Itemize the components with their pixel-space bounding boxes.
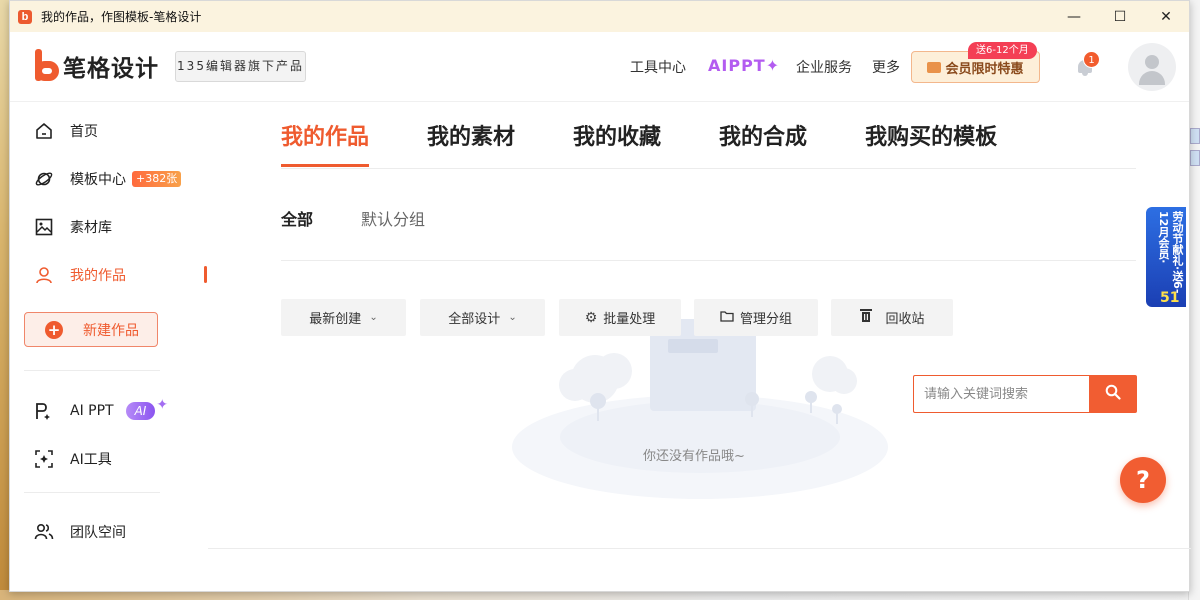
- title-bar: b 我的作品，作图模板-笔格设计 — ☐ ✕: [10, 1, 1189, 32]
- maximize-icon[interactable]: ☐: [1097, 1, 1143, 32]
- nav-more[interactable]: 更多: [872, 32, 900, 102]
- batch-label: 批量处理: [603, 312, 656, 327]
- ai-ppt-icon: [34, 401, 54, 421]
- sidebar-item-label: 首页: [70, 124, 98, 140]
- logo-icon: [33, 49, 61, 83]
- recycle-bin-label: 回收站: [885, 312, 925, 327]
- minimize-icon[interactable]: —: [1051, 1, 1097, 32]
- chevron-down-icon: ⌄: [508, 312, 517, 323]
- help-button[interactable]: ?: [1120, 457, 1166, 503]
- sidebar-item-team[interactable]: 团队空间: [34, 520, 126, 544]
- active-indicator: [204, 266, 207, 283]
- sidebar-item-assets[interactable]: 素材库: [34, 215, 112, 239]
- sidebar-item-label: 素材库: [70, 220, 112, 236]
- sparkle-icon: ✦: [156, 397, 169, 413]
- group-tabs: 全部 默认分组: [281, 206, 473, 230]
- subtab-all[interactable]: 全部: [281, 206, 313, 230]
- subtabs-divider: [281, 260, 1136, 261]
- main-tabs: 我的作品 我的素材 我的收藏 我的合成 我购买的模板: [281, 102, 1055, 168]
- manage-groups-button[interactable]: 管理分组: [694, 299, 818, 336]
- chevron-down-icon: ⌄: [369, 312, 378, 323]
- ai-badge: AI: [125, 402, 156, 420]
- nav-aippt[interactable]: AIPPT✦: [708, 56, 780, 75]
- team-icon: [34, 522, 54, 542]
- crown-icon: [927, 61, 942, 73]
- batch-process-button[interactable]: ⚙ 批量处理: [559, 299, 681, 336]
- sidebar-item-label: 模板中心: [70, 172, 126, 188]
- logo[interactable]: 笔格设计: [33, 49, 159, 83]
- planet-icon: [34, 169, 54, 189]
- sidebar-item-my-works[interactable]: 我的作品: [34, 263, 126, 287]
- avatar[interactable]: [1128, 43, 1176, 91]
- desktop-thumbnail: [1190, 150, 1200, 166]
- tab-my-assets[interactable]: 我的素材: [427, 102, 515, 168]
- tabs-divider: [281, 168, 1136, 169]
- app-icon: b: [18, 9, 32, 24]
- manage-groups-label: 管理分组: [739, 312, 792, 327]
- subtab-default-group[interactable]: 默认分组: [361, 206, 425, 230]
- search-box: [913, 375, 1137, 413]
- divider: [24, 492, 160, 493]
- template-count-badge: +382张: [132, 171, 182, 187]
- nav-tools-center[interactable]: 工具中心: [630, 32, 686, 102]
- close-icon[interactable]: ✕: [1143, 1, 1189, 32]
- sidebar-item-templates[interactable]: 模板中心 +382张: [34, 167, 182, 191]
- tab-purchased-templates[interactable]: 我购买的模板: [865, 102, 997, 168]
- divider: [24, 370, 160, 371]
- promo-side-banner[interactable]: 劳动节献礼·送6-12月会员· 51: [1146, 207, 1186, 307]
- logo-text: 笔格设计: [63, 56, 159, 82]
- trash-icon: [859, 308, 873, 327]
- search-button[interactable]: [1089, 375, 1137, 413]
- ai-tool-icon: [34, 449, 54, 469]
- sub-brand-badge: 135编辑器旗下产品: [175, 51, 306, 82]
- home-icon: [34, 121, 54, 141]
- bottom-divider: [208, 548, 1191, 549]
- search-input[interactable]: [913, 375, 1089, 413]
- design-type-label: 全部设计: [448, 312, 501, 327]
- empty-illustration: [510, 319, 890, 499]
- tab-my-works[interactable]: 我的作品: [281, 102, 370, 168]
- folder-icon: [720, 310, 734, 326]
- design-type-dropdown[interactable]: 全部设计 ⌄: [420, 299, 545, 336]
- tab-my-favorites[interactable]: 我的收藏: [573, 102, 661, 168]
- notification-badge: 1: [1083, 51, 1100, 68]
- search-icon: [1105, 384, 1121, 404]
- app-window: b 我的作品，作图模板-笔格设计 — ☐ ✕ 笔格设计 135编辑器旗下产品 工…: [9, 0, 1191, 592]
- vip-tag: 送6-12个月: [968, 42, 1037, 59]
- sidebar-item-home[interactable]: 首页: [34, 119, 98, 143]
- plus-icon: +: [45, 320, 63, 339]
- top-header: 笔格设计 135编辑器旗下产品 工具中心 AIPPT✦ 企业服务 更多 会员限时…: [10, 32, 1189, 102]
- sidebar-item-label: AI PPT: [70, 403, 114, 419]
- window-title: 我的作品，作图模板-笔格设计: [41, 10, 202, 24]
- window-controls: — ☐ ✕: [1051, 1, 1189, 32]
- sidebar: 首页 模板中心 +382张 素材库 我的作品 + 新建作品 AI PPT AI …: [10, 102, 208, 592]
- desktop-thumbnail: [1190, 128, 1200, 144]
- vip-button-label: 会员限时特惠: [945, 61, 1024, 77]
- sidebar-item-ai-ppt[interactable]: AI PPT AI ✦: [34, 397, 169, 423]
- nav-enterprise[interactable]: 企业服务: [796, 32, 852, 102]
- gear-icon: ⚙: [584, 309, 598, 326]
- empty-state-text: 你还没有作品哦~: [643, 449, 745, 464]
- sidebar-item-label: AI工具: [70, 452, 112, 468]
- sort-label: 最新创建: [309, 312, 362, 327]
- promo-number: 51: [1160, 290, 1180, 306]
- new-work-button[interactable]: + 新建作品: [24, 312, 158, 347]
- sidebar-item-label: 团队空间: [70, 525, 126, 541]
- sidebar-item-label: 我的作品: [70, 268, 126, 284]
- new-work-label: 新建作品: [83, 322, 139, 339]
- user-icon: [34, 265, 54, 285]
- promo-text: 劳动节献礼·送6-12月会员·: [1157, 211, 1184, 294]
- tab-my-composites[interactable]: 我的合成: [719, 102, 807, 168]
- recycle-bin-button[interactable]: 回收站: [831, 299, 953, 336]
- image-icon: [34, 217, 54, 237]
- sidebar-item-ai-tools[interactable]: AI工具: [34, 447, 112, 471]
- sort-dropdown[interactable]: 最新创建 ⌄: [281, 299, 406, 336]
